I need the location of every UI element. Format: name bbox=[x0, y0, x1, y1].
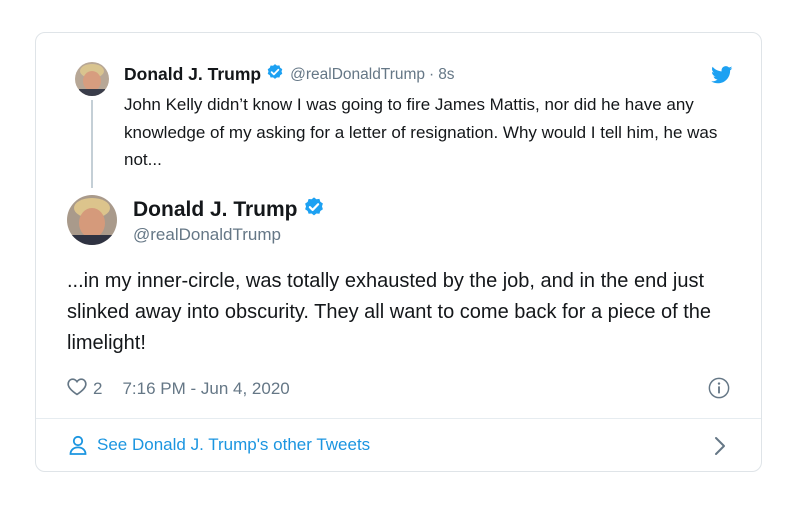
dot-separator: · bbox=[429, 65, 435, 83]
heart-outline-icon[interactable] bbox=[67, 377, 87, 401]
like-count[interactable]: 2 bbox=[93, 379, 102, 399]
parent-author-name[interactable]: Donald J. Trump bbox=[124, 64, 261, 85]
info-circle-icon[interactable] bbox=[708, 377, 730, 404]
twitter-bird-icon[interactable] bbox=[711, 66, 733, 89]
tweet-meta-row: 2 7:16 PM - Jun 4, 2020 bbox=[67, 377, 290, 401]
parent-tweet-text: John Kelly didn’t know I was going to fi… bbox=[124, 95, 718, 169]
parent-tweet-header: Donald J. Trump @realDonaldTrump · 8s bbox=[124, 63, 455, 86]
parent-author-handle[interactable]: @realDonaldTrump bbox=[290, 66, 425, 84]
tweet-timestamp[interactable]: 7:16 PM - Jun 4, 2020 bbox=[122, 379, 289, 399]
embedded-tweet-card: Donald J. Trump @realDonaldTrump · 8s Jo… bbox=[35, 32, 762, 472]
thread-connector-line bbox=[91, 100, 93, 188]
see-other-tweets-link[interactable]: See Donald J. Trump's other Tweets bbox=[36, 419, 761, 472]
see-other-tweets-label[interactable]: See Donald J. Trump's other Tweets bbox=[97, 435, 370, 455]
chevron-right-icon[interactable] bbox=[714, 436, 726, 461]
main-author-name[interactable]: Donald J. Trump bbox=[133, 198, 298, 222]
main-tweet-text: ...in my inner-circle, was totally exhau… bbox=[67, 270, 712, 354]
verified-badge-icon bbox=[266, 63, 284, 86]
main-author-handle[interactable]: @realDonaldTrump bbox=[133, 225, 281, 245]
parent-avatar[interactable] bbox=[75, 62, 109, 96]
person-outline-icon bbox=[69, 435, 87, 460]
main-avatar[interactable] bbox=[67, 195, 117, 245]
verified-badge-icon bbox=[303, 196, 325, 223]
parent-tweet-time[interactable]: 8s bbox=[438, 66, 454, 84]
main-tweet-name-row: Donald J. Trump bbox=[133, 196, 325, 223]
